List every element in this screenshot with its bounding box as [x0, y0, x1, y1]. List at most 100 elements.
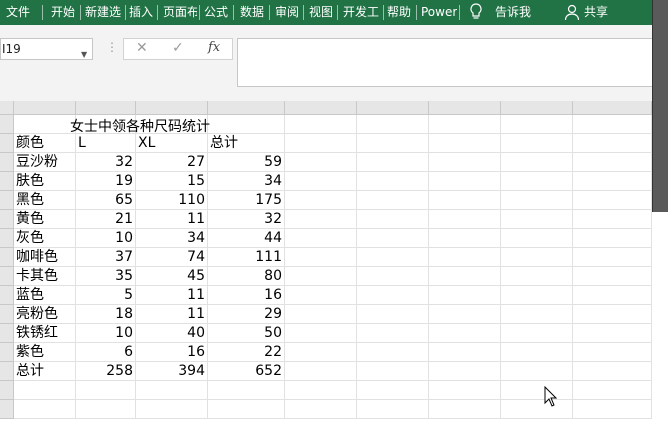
- grid-cell[interactable]: [285, 191, 357, 210]
- grid-cell[interactable]: 18: [76, 305, 136, 324]
- grid-cell[interactable]: [14, 381, 76, 400]
- grid-cell[interactable]: [573, 362, 652, 381]
- tab-power[interactable]: Power: [421, 0, 457, 25]
- grid-cell[interactable]: [429, 381, 501, 400]
- row-header[interactable]: [0, 362, 14, 381]
- column-header[interactable]: [76, 101, 136, 115]
- grid-cell[interactable]: [357, 191, 429, 210]
- row-header[interactable]: [0, 134, 14, 153]
- row-header[interactable]: [0, 286, 14, 305]
- grid-cell[interactable]: [357, 267, 429, 286]
- grid-cell[interactable]: [429, 305, 501, 324]
- tab-formulas[interactable]: 公式: [204, 0, 228, 25]
- grid-cell[interactable]: [285, 362, 357, 381]
- grid-cell[interactable]: [501, 286, 573, 305]
- grid-cell[interactable]: [429, 191, 501, 210]
- grid-cell[interactable]: [357, 286, 429, 305]
- grid-cell[interactable]: 卡其色: [14, 267, 76, 286]
- grid-cell[interactable]: [573, 115, 652, 134]
- tell-me-search[interactable]: 告诉我: [495, 0, 531, 25]
- grid-cell[interactable]: 黄色: [14, 210, 76, 229]
- grid-cell[interactable]: [429, 153, 501, 172]
- grid-cell[interactable]: [357, 248, 429, 267]
- grid-cell[interactable]: [285, 248, 357, 267]
- grid-cell[interactable]: 10: [76, 324, 136, 343]
- grid-cell[interactable]: [501, 210, 573, 229]
- grid-cell[interactable]: [501, 153, 573, 172]
- tab-help[interactable]: 帮助: [387, 0, 411, 25]
- grid-cell[interactable]: [136, 381, 208, 400]
- grid-cell[interactable]: [573, 343, 652, 362]
- grid-cell[interactable]: [285, 172, 357, 191]
- grid-cell[interactable]: [573, 305, 652, 324]
- grid-cell[interactable]: [501, 362, 573, 381]
- grid-cell[interactable]: [285, 343, 357, 362]
- row-header[interactable]: [0, 115, 14, 134]
- grid-cell[interactable]: [429, 172, 501, 191]
- grid-cell[interactable]: [501, 381, 573, 400]
- grid-cell[interactable]: 紫色: [14, 343, 76, 362]
- grid-cell[interactable]: [501, 134, 573, 153]
- lightbulb-icon[interactable]: [469, 3, 483, 24]
- grid-cell[interactable]: 16: [136, 343, 208, 362]
- tab-file[interactable]: 文件: [6, 0, 30, 25]
- grid-cell[interactable]: [357, 362, 429, 381]
- grid-cell[interactable]: [285, 229, 357, 248]
- grid-cell[interactable]: 34: [136, 229, 208, 248]
- row-header[interactable]: [0, 324, 14, 343]
- grid-cell[interactable]: 6: [76, 343, 136, 362]
- grid-cell[interactable]: [501, 343, 573, 362]
- grid-cell[interactable]: 11: [136, 286, 208, 305]
- column-header[interactable]: [136, 101, 208, 115]
- grid-cell[interactable]: [357, 381, 429, 400]
- select-all-corner[interactable]: [0, 101, 14, 115]
- insert-function-icon[interactable]: fx: [208, 40, 220, 55]
- grid-cell[interactable]: [357, 343, 429, 362]
- column-header[interactable]: [429, 101, 501, 115]
- grid-cell[interactable]: 74: [136, 248, 208, 267]
- grid-cell[interactable]: [208, 400, 285, 419]
- grid-cell[interactable]: 80: [208, 267, 285, 286]
- grid-cell[interactable]: [429, 324, 501, 343]
- grid-cell[interactable]: [357, 400, 429, 419]
- column-header[interactable]: [14, 101, 76, 115]
- tab-home[interactable]: 开始: [51, 0, 75, 25]
- grid-cell[interactable]: 65: [76, 191, 136, 210]
- grid-cell[interactable]: 27: [136, 153, 208, 172]
- grid-cell[interactable]: [573, 324, 652, 343]
- row-header[interactable]: [0, 248, 14, 267]
- grid-cell[interactable]: [501, 248, 573, 267]
- grid-cell[interactable]: [136, 400, 208, 419]
- grid-cell[interactable]: 652: [208, 362, 285, 381]
- grid-cell[interactable]: [573, 267, 652, 286]
- grid-cell[interactable]: [357, 134, 429, 153]
- grid-cell[interactable]: 总计: [208, 134, 285, 153]
- row-header[interactable]: [0, 153, 14, 172]
- grid-cell[interactable]: [573, 191, 652, 210]
- grid-cell[interactable]: 258: [76, 362, 136, 381]
- grid-cell[interactable]: [429, 210, 501, 229]
- grid-cell[interactable]: 19: [76, 172, 136, 191]
- grid-cell[interactable]: 总计: [14, 362, 76, 381]
- grid-cell[interactable]: 44: [208, 229, 285, 248]
- grid-cell[interactable]: 29: [208, 305, 285, 324]
- share-button[interactable]: 共享: [584, 0, 608, 25]
- grid-cell[interactable]: 15: [136, 172, 208, 191]
- grid-cell[interactable]: [429, 134, 501, 153]
- row-header[interactable]: [0, 210, 14, 229]
- grid-cell[interactable]: [357, 324, 429, 343]
- tab-new[interactable]: 新建选: [85, 0, 123, 25]
- grid-cell[interactable]: [357, 153, 429, 172]
- grid-cell[interactable]: [285, 305, 357, 324]
- grid-cell[interactable]: [429, 248, 501, 267]
- grid-cell[interactable]: 50: [208, 324, 285, 343]
- grid-cell[interactable]: [76, 381, 136, 400]
- grid-cell[interactable]: 亮粉色: [14, 305, 76, 324]
- row-header[interactable]: [0, 381, 14, 400]
- grid-cell[interactable]: [573, 286, 652, 305]
- grid-cell[interactable]: [285, 286, 357, 305]
- grid-cell[interactable]: [357, 229, 429, 248]
- grid-cell[interactable]: [208, 115, 285, 134]
- grid-cell[interactable]: [573, 210, 652, 229]
- grid-cell[interactable]: [14, 115, 76, 134]
